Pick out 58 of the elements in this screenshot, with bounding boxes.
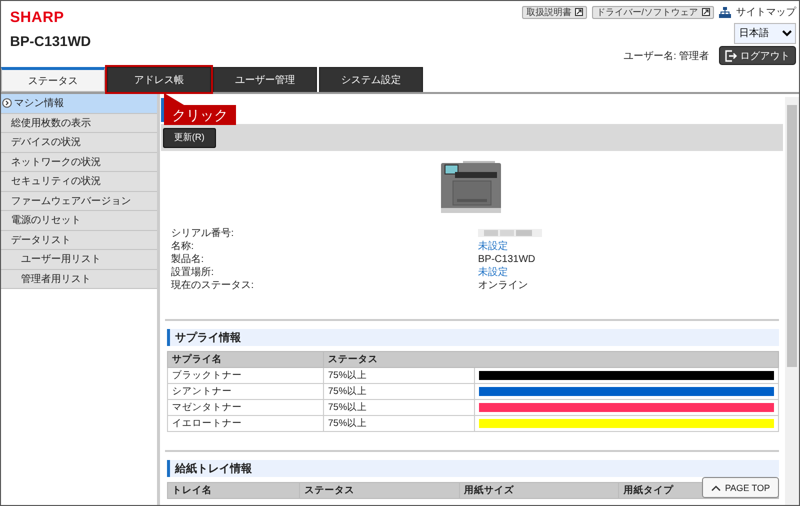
sidebar-item[interactable]: ユーザー用リスト bbox=[1, 250, 157, 270]
printer-drawing bbox=[441, 161, 503, 214]
section-heading: 給紙トレイ情報 bbox=[167, 460, 779, 477]
nav-tab[interactable]: ステータス bbox=[1, 67, 105, 92]
nav-tab[interactable]: ユーザー管理 bbox=[213, 67, 317, 92]
table-cell: シアントナー bbox=[168, 384, 324, 400]
click-callout: クリック bbox=[164, 93, 236, 125]
refresh-button[interactable]: 更新(R) bbox=[163, 128, 216, 148]
sidebar-item[interactable]: 総使用枚数の表示 bbox=[1, 114, 157, 133]
info-label: 製品名: bbox=[171, 253, 205, 266]
logout-icon bbox=[725, 50, 737, 62]
logout-button[interactable]: ログアウト bbox=[719, 46, 796, 65]
info-label: 名称: bbox=[171, 240, 195, 253]
table-cell: マゼンタトナー bbox=[168, 400, 324, 416]
user-name-label: ユーザー名: 管理者 bbox=[623, 50, 709, 62]
info-value: オンライン bbox=[478, 279, 529, 292]
info-value: BP-C131WD bbox=[478, 253, 536, 266]
table-cell: ブラックトナー bbox=[168, 368, 324, 384]
info-link[interactable]: 未設定 bbox=[478, 266, 783, 279]
external-link-icon bbox=[702, 8, 710, 16]
model-name: BP-C131WD bbox=[10, 34, 91, 48]
sitemap-link[interactable]: サイトマップ bbox=[736, 5, 796, 19]
table-cell: 75%以上 bbox=[324, 368, 474, 384]
sidebar-item[interactable]: 電源のリセット bbox=[1, 211, 157, 230]
info-label: 設置場所: bbox=[171, 266, 215, 279]
table-cell: 75%以上 bbox=[324, 400, 474, 416]
column-header: 用紙サイズ bbox=[459, 482, 619, 498]
language-select[interactable]: 日本語 bbox=[734, 23, 796, 44]
sidebar-item[interactable]: 管理者用リスト bbox=[1, 270, 157, 289]
nav-tab[interactable]: システム設定 bbox=[319, 67, 423, 92]
sidebar-item[interactable]: ネットワークの状況 bbox=[1, 152, 157, 172]
external-link-button[interactable]: ドライバー/ソフトウェア bbox=[592, 6, 714, 18]
chevron-up-icon bbox=[710, 484, 721, 490]
brand-logo: SHARP bbox=[10, 11, 66, 25]
column-header: サプライ名 bbox=[168, 352, 324, 368]
sitemap-icon[interactable] bbox=[719, 6, 731, 18]
table-cell: イエロートナー bbox=[168, 416, 324, 432]
redacted-value bbox=[478, 229, 542, 237]
info-link[interactable]: 未設定 bbox=[478, 240, 783, 253]
table-cell: 75%以上 bbox=[324, 384, 474, 400]
sidebar-item[interactable]: マシン情報 bbox=[1, 94, 157, 114]
table-cell: 75%以上 bbox=[324, 416, 474, 432]
info-label: 現在のステータス: bbox=[171, 279, 255, 292]
column-header: ステータス bbox=[324, 352, 778, 368]
external-link-button[interactable]: 取扱説明書 bbox=[522, 6, 588, 18]
nav-tab[interactable]: アドレス帳 bbox=[107, 67, 211, 92]
external-link-icon bbox=[575, 8, 584, 16]
sidebar-item[interactable]: デバイスの状況 bbox=[1, 133, 157, 152]
sidebar-item[interactable]: データリスト bbox=[1, 230, 157, 250]
column-header: ステータス bbox=[300, 482, 460, 498]
section-heading: サプライ情報 bbox=[167, 329, 779, 346]
column-header: トレイ名 bbox=[168, 482, 300, 498]
scrollbar[interactable] bbox=[785, 97, 799, 505]
sidebar-item[interactable]: ファームウェアバージョン bbox=[1, 192, 157, 211]
callout-pointer-icon bbox=[164, 93, 184, 105]
page-top-button[interactable]: PAGE TOP bbox=[702, 477, 779, 498]
sidebar-item[interactable]: セキュリティの状況 bbox=[1, 172, 157, 192]
info-label: シリアル番号: bbox=[171, 227, 235, 240]
